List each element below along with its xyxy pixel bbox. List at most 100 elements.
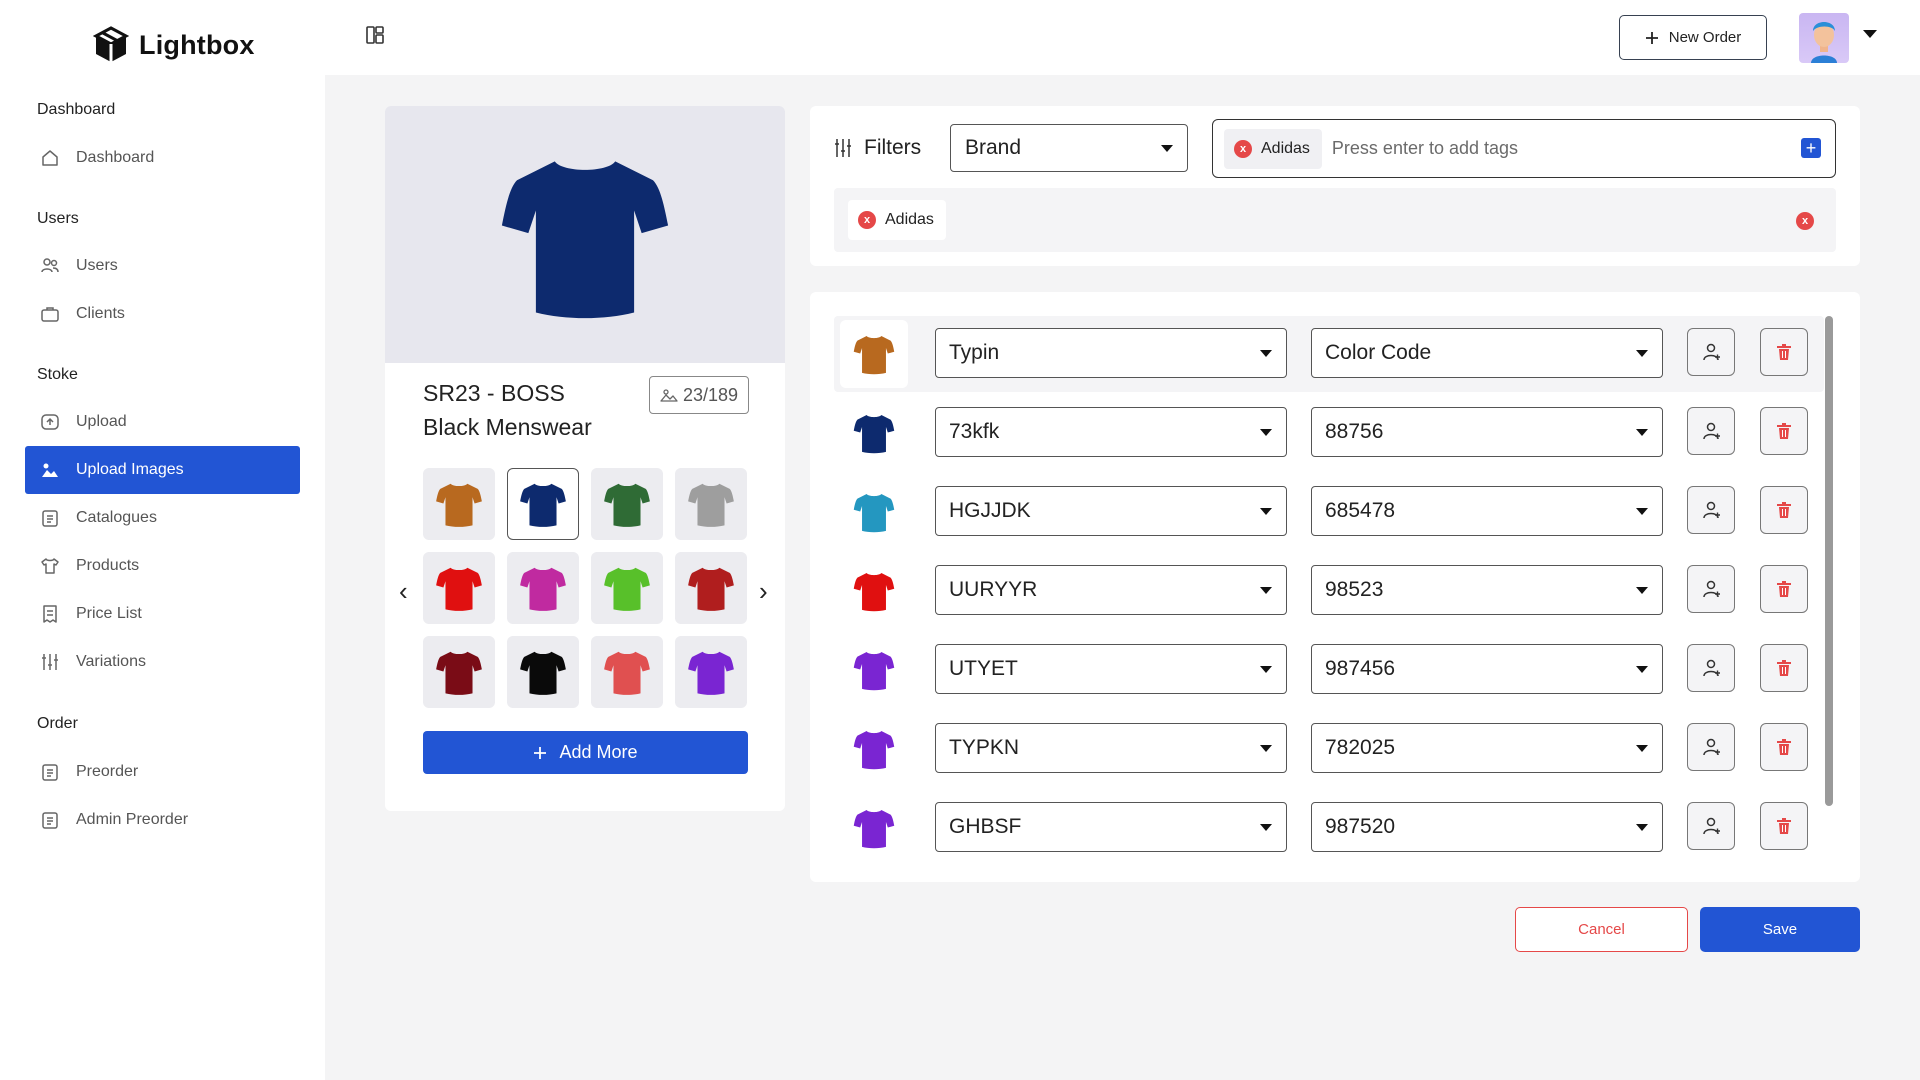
thumbnail-4[interactable]: [423, 552, 495, 624]
thumbnail-6[interactable]: [591, 552, 663, 624]
tshirt-icon: [853, 810, 895, 849]
section-dashboard: Dashboard: [37, 101, 116, 118]
home-icon: [42, 150, 58, 166]
variant-thumbnail[interactable]: [840, 794, 908, 862]
variant-type-select[interactable]: TYPKN: [935, 723, 1287, 773]
sidebar-item-catalogues[interactable]: Catalogues: [25, 494, 300, 542]
variant-row: TYPKN 782025: [834, 711, 1824, 787]
delete-button[interactable]: [1760, 328, 1808, 376]
new-order-button[interactable]: New Order: [1619, 15, 1767, 60]
thumbnail-9[interactable]: [507, 636, 579, 708]
sidebar-item-admin-preorder[interactable]: Admin Preorder: [25, 796, 300, 844]
thumbnail-11[interactable]: [675, 636, 747, 708]
color-code-select[interactable]: 88756: [1311, 407, 1663, 457]
variant-type-select[interactable]: HGJJDK: [935, 486, 1287, 536]
thumbnail-3[interactable]: [675, 468, 747, 540]
upload-icon: [41, 414, 59, 430]
color-code-select[interactable]: Color Code: [1311, 328, 1663, 378]
variant-type-value: TYPKN: [949, 736, 1020, 759]
assign-user-button[interactable]: [1687, 644, 1735, 692]
variant-type-select[interactable]: 73kfk: [935, 407, 1287, 457]
layout-toggle-icon[interactable]: [365, 25, 385, 50]
color-code-value: 88756: [1325, 420, 1384, 443]
brand-select[interactable]: Brand: [950, 124, 1188, 172]
sidebar-item-clients[interactable]: Clients: [25, 290, 300, 338]
tag-input-placeholder[interactable]: Press enter to add tags: [1332, 138, 1518, 159]
thumbnail-7[interactable]: [675, 552, 747, 624]
prev-arrow-icon[interactable]: ‹: [399, 576, 408, 607]
sidebar-item-variations[interactable]: Variations: [25, 638, 300, 686]
variant-type-value: UTYET: [949, 657, 1018, 680]
sidebar-item-products[interactable]: Products: [25, 542, 300, 590]
assign-user-button[interactable]: [1687, 802, 1735, 850]
sidebar-item-price-list[interactable]: Price List: [25, 590, 300, 638]
clear-tags-icon[interactable]: x: [1796, 212, 1814, 230]
color-code-select[interactable]: 782025: [1311, 723, 1663, 773]
color-code-value: 98523: [1325, 578, 1384, 601]
assign-user-button[interactable]: [1687, 407, 1735, 455]
avatar[interactable]: [1799, 13, 1849, 63]
variants-card: Typin Color Code 73kfk 88756 HGJJDK 685478 UUR…: [810, 292, 1860, 882]
sidebar-item-preorder[interactable]: Preorder: [25, 748, 300, 796]
thumbnail-grid: [423, 468, 753, 708]
delete-button[interactable]: [1760, 644, 1808, 692]
thumbnail-0[interactable]: [423, 468, 495, 540]
variant-thumbnail[interactable]: [840, 715, 908, 783]
variant-row: UTYET 987456: [834, 632, 1824, 708]
add-more-button[interactable]: Add More: [423, 731, 748, 774]
color-code-value: 987520: [1325, 815, 1396, 838]
tag-input[interactable]: x Adidas Press enter to add tags +: [1212, 119, 1836, 178]
tshirt-icon: [853, 336, 895, 375]
color-code-select[interactable]: 685478: [1311, 486, 1663, 536]
next-arrow-icon[interactable]: ›: [759, 576, 768, 607]
cancel-button[interactable]: Cancel: [1515, 907, 1688, 952]
app-logo[interactable]: Lightbox: [93, 26, 255, 64]
tshirt-icon: [436, 483, 482, 527]
remove-tag-icon[interactable]: x: [1234, 139, 1252, 158]
variant-thumbnail[interactable]: [840, 636, 908, 704]
color-code-value: 685478: [1325, 499, 1396, 522]
add-tag-icon[interactable]: +: [1801, 138, 1821, 158]
sidebar-item-dashboard[interactable]: Dashboard: [25, 134, 300, 182]
variant-type-select[interactable]: UURYYR: [935, 565, 1287, 615]
remove-tag-icon[interactable]: x: [858, 211, 876, 229]
variant-type-select[interactable]: Typin: [935, 328, 1287, 378]
thumbnail-5[interactable]: [507, 552, 579, 624]
color-code-select[interactable]: 98523: [1311, 565, 1663, 615]
chevron-down-icon: [1161, 145, 1173, 152]
variant-type-select[interactable]: UTYET: [935, 644, 1287, 694]
delete-button[interactable]: [1760, 407, 1808, 455]
save-button[interactable]: Save: [1700, 907, 1860, 952]
tshirt-icon: [520, 567, 566, 611]
delete-button[interactable]: [1760, 565, 1808, 613]
thumbnail-10[interactable]: [591, 636, 663, 708]
variant-thumbnail[interactable]: [840, 320, 908, 388]
assign-user-button[interactable]: [1687, 486, 1735, 534]
variant-thumbnail[interactable]: [840, 557, 908, 625]
delete-button[interactable]: [1760, 802, 1808, 850]
tshirt-icon: [853, 494, 895, 533]
variant-thumbnail[interactable]: [840, 478, 908, 546]
chevron-down-icon[interactable]: [1863, 30, 1877, 38]
assign-user-button[interactable]: [1687, 328, 1735, 376]
thumbnail-2[interactable]: [591, 468, 663, 540]
delete-button[interactable]: [1760, 723, 1808, 771]
sidebar-item-upload[interactable]: Upload: [25, 398, 300, 446]
user-assign-icon: [1703, 501, 1720, 519]
sidebar-item-users[interactable]: Users: [25, 242, 300, 290]
assign-user-button[interactable]: [1687, 565, 1735, 613]
tshirt-icon: [604, 483, 650, 527]
variant-type-select[interactable]: GHBSF: [935, 802, 1287, 852]
sidebar-item-upload-images[interactable]: Upload Images: [25, 446, 300, 494]
variant-thumbnail[interactable]: [840, 399, 908, 467]
receipt-icon: [43, 605, 57, 623]
scrollbar[interactable]: [1825, 316, 1833, 806]
color-code-select[interactable]: 987456: [1311, 644, 1663, 694]
clipboard-icon: [42, 764, 58, 781]
assign-user-button[interactable]: [1687, 723, 1735, 771]
delete-button[interactable]: [1760, 486, 1808, 534]
color-code-select[interactable]: 987520: [1311, 802, 1663, 852]
thumbnail-1[interactable]: [507, 468, 579, 540]
thumbnail-8[interactable]: [423, 636, 495, 708]
tshirt-icon: [604, 651, 650, 695]
